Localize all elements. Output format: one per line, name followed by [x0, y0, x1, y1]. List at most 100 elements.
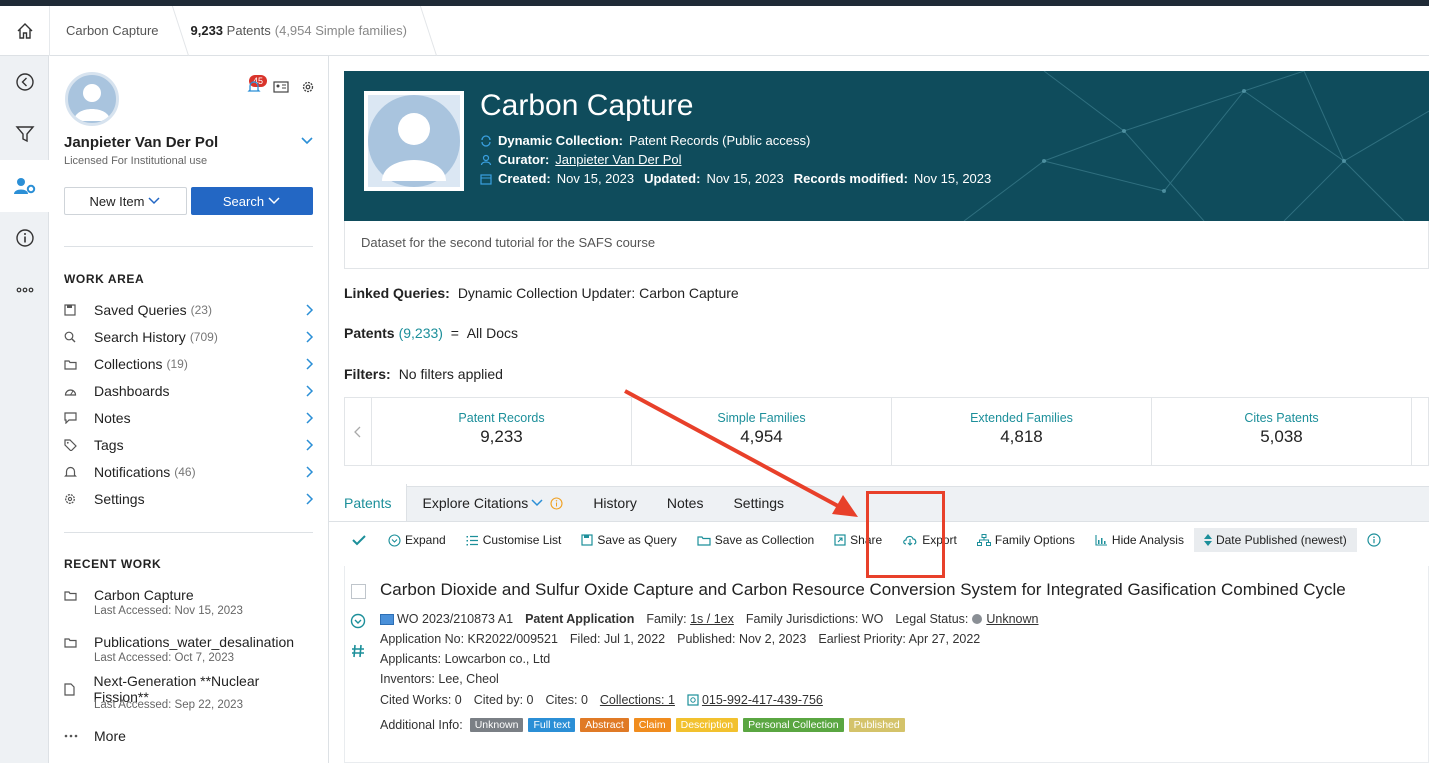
- family-link[interactable]: 1s / 1ex: [690, 612, 734, 626]
- tag-description[interactable]: Description: [675, 718, 739, 732]
- linked-queries-value: Dynamic Collection Updater: Carbon Captu…: [457, 285, 739, 301]
- tab-notes[interactable]: Notes: [652, 485, 719, 521]
- dynamic-label: Dynamic Collection:: [498, 133, 623, 148]
- filter-button[interactable]: [0, 108, 49, 160]
- patents-count-link[interactable]: (9,233): [399, 325, 443, 341]
- lens-id-link[interactable]: 015-992-417-439-756: [702, 693, 823, 707]
- recent-item[interactable]: Next-Generation **Nuclear Fission** Last…: [64, 673, 315, 711]
- result-checkbox[interactable]: [351, 584, 366, 599]
- tab-settings[interactable]: Settings: [718, 485, 799, 521]
- stat-value: 5,038: [1260, 427, 1303, 446]
- info-icon: [15, 229, 34, 247]
- cites: Cites: 0: [545, 693, 588, 707]
- applicants: Applicants: Lowcarbon co., Ltd: [380, 652, 551, 666]
- user-gear-icon: [13, 178, 35, 194]
- sidebar-item-tags[interactable]: Tags: [64, 434, 315, 456]
- additional-info-label: Additional Info:: [380, 718, 463, 732]
- expand-label: Expand: [405, 533, 446, 547]
- carousel-prev[interactable]: [345, 398, 372, 465]
- gear-icon[interactable]: [301, 80, 315, 94]
- tab-explore-citations[interactable]: Explore Citations: [407, 485, 578, 521]
- breadcrumb-collection[interactable]: Carbon Capture: [50, 6, 175, 56]
- tag-personal-collection[interactable]: Personal Collection: [743, 718, 844, 732]
- stat-patent-records[interactable]: Patent Records 9,233: [372, 398, 632, 465]
- info-button[interactable]: [0, 212, 49, 264]
- sidebar-item-notifications[interactable]: Notifications (46): [64, 461, 315, 483]
- more-button[interactable]: [0, 264, 49, 316]
- left-rail: [0, 56, 49, 763]
- legal-label: Legal Status:: [895, 612, 969, 626]
- info-icon[interactable]: [1367, 533, 1381, 547]
- id-card-icon[interactable]: [273, 80, 289, 94]
- share-icon: [834, 534, 846, 546]
- collection-header: Carbon Capture Dynamic Collection: Patent…: [344, 71, 1429, 221]
- tag-full-text[interactable]: Full text: [528, 718, 576, 732]
- additional-info-row: Additional Info: Unknown Full text Abstr…: [380, 718, 905, 732]
- new-item-button[interactable]: New Item: [64, 187, 187, 215]
- chevron-right-icon: [306, 412, 314, 424]
- recent-more[interactable]: More: [64, 726, 315, 746]
- sidebar-item-collections[interactable]: Collections (19): [64, 353, 315, 375]
- checkmark-icon[interactable]: [352, 534, 366, 546]
- search-button[interactable]: Search: [191, 187, 313, 215]
- family-jurisdictions: Family Jurisdictions: WO: [745, 612, 884, 626]
- breadcrumb-count: 9,233 Patents (4,954 Simple families): [175, 6, 423, 56]
- sidebar-item-count: (19): [166, 357, 188, 371]
- wipo-flag-icon: [380, 613, 394, 625]
- stat-label: Extended Families: [970, 411, 1073, 425]
- folder-icon: [697, 535, 711, 546]
- sidebar-item-notes[interactable]: Notes: [64, 407, 315, 429]
- chevron-down-icon: [531, 499, 543, 507]
- avatar[interactable]: [65, 72, 119, 126]
- save-query-button[interactable]: Save as Query: [571, 528, 686, 552]
- sidebar-item-search-history[interactable]: Search History (709): [64, 326, 315, 348]
- stat-cites-patents[interactable]: Cites Patents 5,038: [1152, 398, 1412, 465]
- customise-label: Customise List: [482, 533, 562, 547]
- sidebar-item-label: Saved Queries: [94, 302, 187, 318]
- sidebar-item-saved-queries[interactable]: Saved Queries (23): [64, 299, 315, 321]
- customise-list-button[interactable]: Customise List: [456, 528, 572, 552]
- home-button[interactable]: [0, 5, 50, 56]
- chevron-down-icon[interactable]: [300, 136, 314, 146]
- curator-line: Curator: Janpieter Van Der Pol: [480, 152, 682, 167]
- stat-simple-families[interactable]: Simple Families 4,954: [632, 398, 892, 465]
- sidebar-item-label: Dashboards: [94, 383, 170, 399]
- tag-published[interactable]: Published: [848, 718, 905, 732]
- sidebar-item-settings[interactable]: Settings: [64, 488, 315, 510]
- expand-circle-icon[interactable]: [350, 613, 366, 629]
- back-button[interactable]: [0, 56, 49, 108]
- sidebar-item-count: (23): [190, 303, 212, 317]
- tag-claim[interactable]: Claim: [633, 718, 671, 732]
- patents-eq: =: [450, 325, 459, 341]
- expand-button[interactable]: Expand: [378, 528, 456, 552]
- curator-link[interactable]: Janpieter Van Der Pol: [555, 152, 681, 167]
- sort-label: Date Published (newest): [1215, 533, 1347, 547]
- linked-queries-label: Linked Queries:: [344, 285, 450, 301]
- tab-patents[interactable]: Patents: [329, 484, 408, 521]
- recent-item[interactable]: Carbon Capture Last Accessed: Nov 15, 20…: [64, 585, 315, 617]
- hide-analysis-button[interactable]: Hide Analysis: [1085, 528, 1194, 552]
- recent-item[interactable]: Publications_water_desalination Last Acc…: [64, 632, 315, 664]
- pub-number: WO 2023/210873 A1: [397, 612, 514, 626]
- legal-status-link[interactable]: Unknown: [986, 612, 1038, 626]
- tag-unknown[interactable]: Unknown: [469, 718, 524, 732]
- chevron-right-icon: [306, 358, 314, 370]
- chevron-right-icon: [306, 331, 314, 343]
- sidebar-item-label: Notes: [94, 410, 131, 426]
- tab-history[interactable]: History: [578, 485, 652, 521]
- stat-extended-families[interactable]: Extended Families 4,818: [892, 398, 1152, 465]
- collections-link[interactable]: Collections: 1: [600, 693, 675, 707]
- cited-by: Cited by: 0: [473, 693, 534, 707]
- user-settings-button[interactable]: [0, 160, 49, 212]
- more-dots-icon: [64, 734, 78, 738]
- family-options-button[interactable]: Family Options: [967, 528, 1085, 552]
- hash-icon[interactable]: [350, 643, 366, 659]
- sidebar-item-dashboards[interactable]: Dashboards: [64, 380, 315, 402]
- collection-avatar: [364, 91, 464, 191]
- sort-dropdown[interactable]: Date Published (newest): [1193, 528, 1357, 552]
- user-license: Licensed For Institutional use: [64, 155, 208, 167]
- bell-icon[interactable]: [247, 80, 261, 94]
- save-collection-button[interactable]: Save as Collection: [687, 528, 824, 552]
- tag-abstract[interactable]: Abstract: [580, 718, 629, 732]
- result-title[interactable]: Carbon Dioxide and Sulfur Oxide Capture …: [380, 580, 1346, 600]
